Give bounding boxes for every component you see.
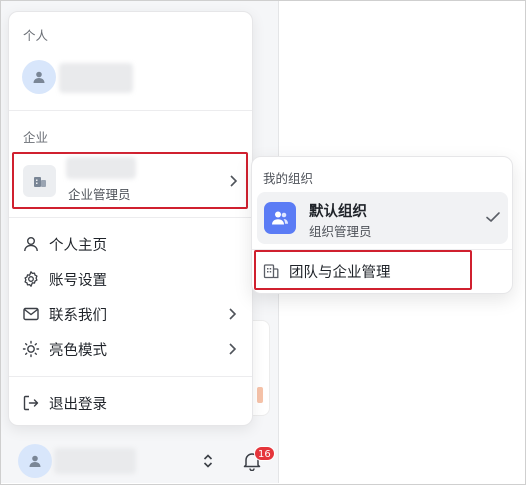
team-icon [264, 202, 296, 234]
menu-item-label: 账号设置 [49, 272, 107, 289]
personal-section-title: 个人 [23, 28, 49, 43]
divider [9, 110, 252, 111]
team-enterprise-manage-label: 团队与企业管理 [289, 265, 391, 281]
chevron-right-icon [229, 308, 237, 320]
enterprise-name-redacted [66, 157, 136, 179]
gear-icon [24, 271, 38, 287]
enterprise-role: 企业管理员 [68, 187, 131, 202]
personal-avatar[interactable] [22, 60, 56, 94]
my-organizations-title: 我的组织 [263, 171, 314, 186]
footer-username-redacted [54, 448, 136, 474]
logout-icon [23, 395, 39, 411]
check-icon [486, 212, 500, 222]
organization-item-default[interactable]: 默认组织 组织管理员 [257, 192, 508, 244]
menu-item-label: 亮色模式 [49, 342, 107, 359]
person-icon [33, 71, 45, 83]
menu-item-label: 个人主页 [49, 237, 107, 254]
divider [9, 217, 252, 218]
organization-name: 默认组织 [309, 204, 367, 220]
menu-item-profile[interactable]: 个人主页 [9, 227, 252, 261]
person-icon [29, 455, 41, 467]
chevron-right-icon [229, 343, 237, 355]
enterprise-row[interactable]: 企业管理员 [12, 152, 248, 209]
personal-name-redacted [59, 63, 133, 93]
divider [9, 376, 252, 377]
account-menu: 个人 企业 企业管理员 个人主页 账号设置 联系我们 亮色模式 退出登录 [8, 11, 253, 426]
chevron-right-icon [228, 174, 238, 188]
menu-item-theme[interactable]: 亮色模式 [9, 332, 252, 366]
team-enterprise-manage-button[interactable]: 团队与企业管理 [254, 250, 472, 290]
organization-submenu: 我的组织 默认组织 组织管理员 团队与企业管理 [251, 156, 513, 294]
user-icon [24, 237, 38, 252]
background-accent [257, 387, 263, 403]
logout-button[interactable]: 退出登录 [9, 386, 252, 420]
notification-badge: 16 [254, 446, 275, 461]
menu-item-contact[interactable]: 联系我们 [9, 297, 252, 331]
menu-item-account-settings[interactable]: 账号设置 [9, 262, 252, 296]
building-icon [23, 165, 56, 197]
mail-icon [23, 307, 39, 321]
sun-icon [22, 340, 40, 358]
footer-avatar[interactable] [18, 444, 52, 478]
enterprise-section-title: 企业 [23, 130, 49, 145]
building-icon [263, 264, 279, 279]
switch-chevron-icon[interactable] [202, 452, 214, 470]
logout-label: 退出登录 [49, 396, 107, 413]
menu-item-label: 联系我们 [49, 307, 107, 324]
organization-role: 组织管理员 [309, 224, 372, 239]
